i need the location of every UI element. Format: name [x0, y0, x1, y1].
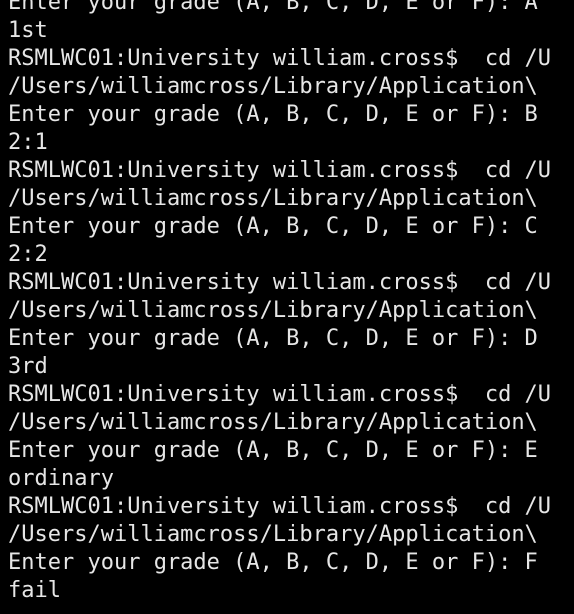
shell-prompt-line: RSMLWC01:University william.cross$ cd /U: [8, 46, 552, 71]
grade-prompt-line: Enter your grade (A, B, C, D, E or F): C: [8, 214, 538, 239]
shell-prompt-line: RSMLWC01:University william.cross$ cd /U: [8, 494, 552, 519]
grade-result-line: ordinary: [8, 466, 114, 491]
shell-prompt-line: RSMLWC01:University william.cross$ cd /U: [8, 270, 552, 295]
path-line: /Users/williamcross/Library/Application\: [8, 410, 538, 435]
grade-prompt-line: Enter your grade (A, B, C, D, E or F): B: [8, 102, 538, 127]
grade-result-line: 1st: [8, 18, 48, 43]
grade-prompt-line: Enter your grade (A, B, C, D, E or F): D: [8, 326, 538, 351]
grade-prompt-line: Enter your grade (A, B, C, D, E or F): F: [8, 550, 538, 575]
path-line: /Users/williamcross/Library/Application\: [8, 298, 538, 323]
path-line: /Users/williamcross/Library/Application\: [8, 522, 538, 547]
grade-prompt-line: Enter your grade (A, B, C, D, E or F): A: [8, 0, 538, 15]
grade-result-line: fail: [8, 578, 61, 603]
terminal-output: Enter your grade (A, B, C, D, E or F): A…: [8, 0, 551, 605]
grade-prompt-line: Enter your grade (A, B, C, D, E or F): E: [8, 438, 538, 463]
grade-result-line: 2:1: [8, 130, 48, 155]
shell-prompt-line: RSMLWC01:University william.cross$ cd /U: [8, 382, 552, 407]
shell-prompt-line: RSMLWC01:University william.cross$ cd /U: [8, 158, 552, 183]
grade-result-line: 2:2: [8, 242, 48, 267]
grade-result-line: 3rd: [8, 354, 48, 379]
path-line: /Users/williamcross/Library/Application\: [8, 74, 538, 99]
terminal-window[interactable]: Enter your grade (A, B, C, D, E or F): A…: [0, 0, 574, 614]
path-line: /Users/williamcross/Library/Application\: [8, 186, 538, 211]
